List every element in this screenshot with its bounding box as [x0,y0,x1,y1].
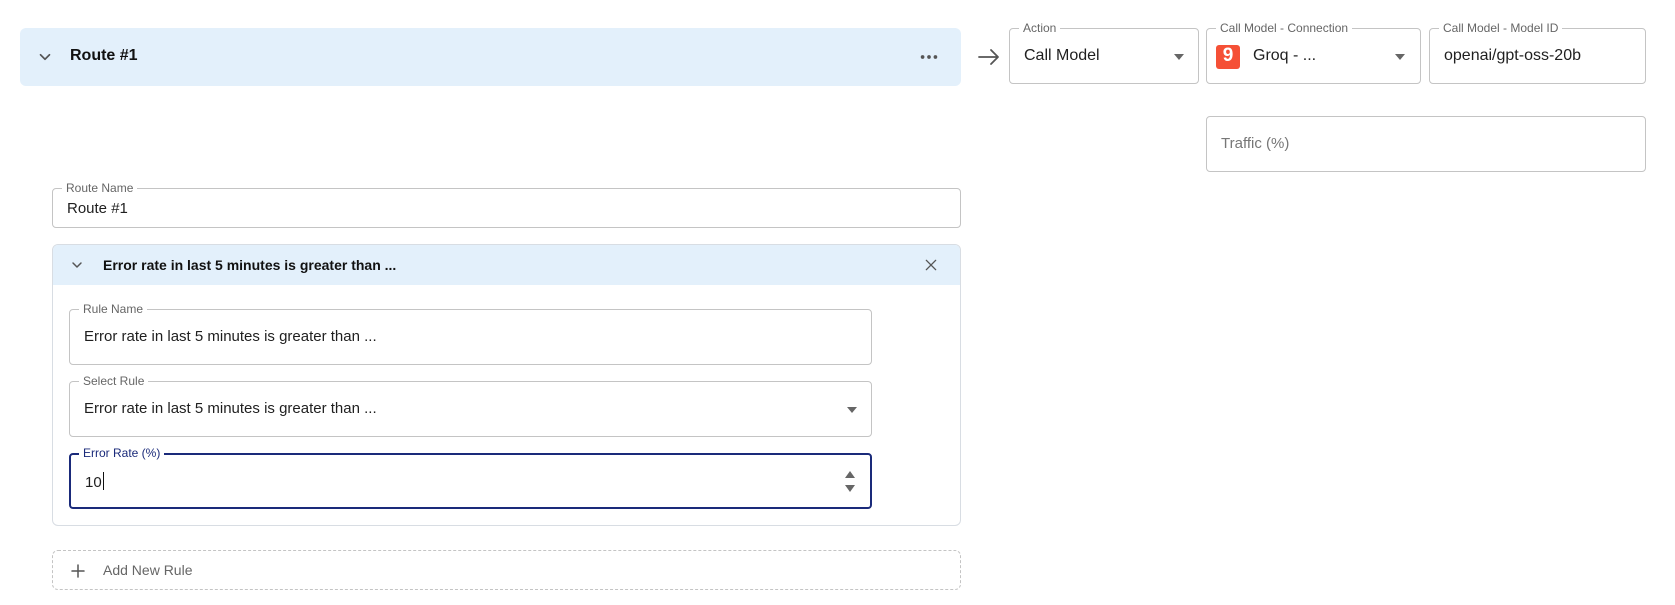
connection-value: Groq - ... [1253,47,1317,64]
select-rule-label: Select Rule [79,374,149,388]
model-id-field[interactable]: Call Model - Model ID openai/gpt-oss-20b [1429,21,1646,84]
text-cursor [102,472,104,490]
rule-name-label: Rule Name [79,302,148,316]
caret-down-icon [1174,54,1184,60]
caret-down-icon [847,407,857,413]
route-name-label: Route Name [62,181,138,195]
action-label: Action [1019,21,1061,35]
groq-logo-icon: 9 [1216,45,1240,69]
rule-name-field[interactable]: Rule Name Error rate in last 5 minutes i… [69,302,872,365]
decrement-icon[interactable] [845,485,855,492]
add-new-rule-label: Add New Rule [103,562,193,578]
arrow-right-icon [978,49,999,65]
more-horizontal-icon[interactable] [918,46,940,68]
route-header[interactable]: Route #1 [20,28,961,86]
increment-icon[interactable] [845,471,855,478]
route-editor: Route #1 Action Call Model Call Model - … [0,0,1675,605]
traffic-placeholder: Traffic (%) [1221,135,1290,152]
select-rule-field[interactable]: Select Rule Error rate in last 5 minutes… [69,374,872,437]
select-rule-value: Error rate in last 5 minutes is greater … [84,400,377,417]
route-name-field[interactable]: Route Name Route #1 [52,181,961,228]
error-rate-value-wrap: 10 [85,472,104,491]
connection-label: Call Model - Connection [1216,21,1353,35]
model-id-value: openai/gpt-oss-20b [1444,47,1581,64]
chevron-down-icon[interactable] [69,257,85,273]
caret-down-icon [1395,54,1405,60]
rule-card: Error rate in last 5 minutes is greater … [52,244,961,526]
action-select[interactable]: Action Call Model [1009,21,1199,84]
number-stepper[interactable] [844,471,856,495]
close-icon[interactable] [923,257,939,273]
route-title: Route #1 [70,47,138,64]
rule-name-value: Error rate in last 5 minutes is greater … [84,328,377,345]
connection-select[interactable]: Call Model - Connection 9 Groq - ... [1206,21,1421,84]
rule-header[interactable]: Error rate in last 5 minutes is greater … [53,245,960,285]
rule-title: Error rate in last 5 minutes is greater … [103,257,397,273]
chevron-down-icon[interactable] [36,48,54,66]
action-value: Call Model [1024,47,1100,64]
error-rate-field[interactable]: Error Rate (%) 10 [69,446,872,509]
route-name-value: Route #1 [67,200,128,217]
add-new-rule-button[interactable]: Add New Rule [52,550,961,590]
error-rate-value: 10 [85,474,102,491]
error-rate-label: Error Rate (%) [79,446,165,460]
model-id-label: Call Model - Model ID [1439,21,1563,35]
traffic-field[interactable]: Traffic (%) [1206,116,1646,172]
plus-icon [71,564,85,578]
